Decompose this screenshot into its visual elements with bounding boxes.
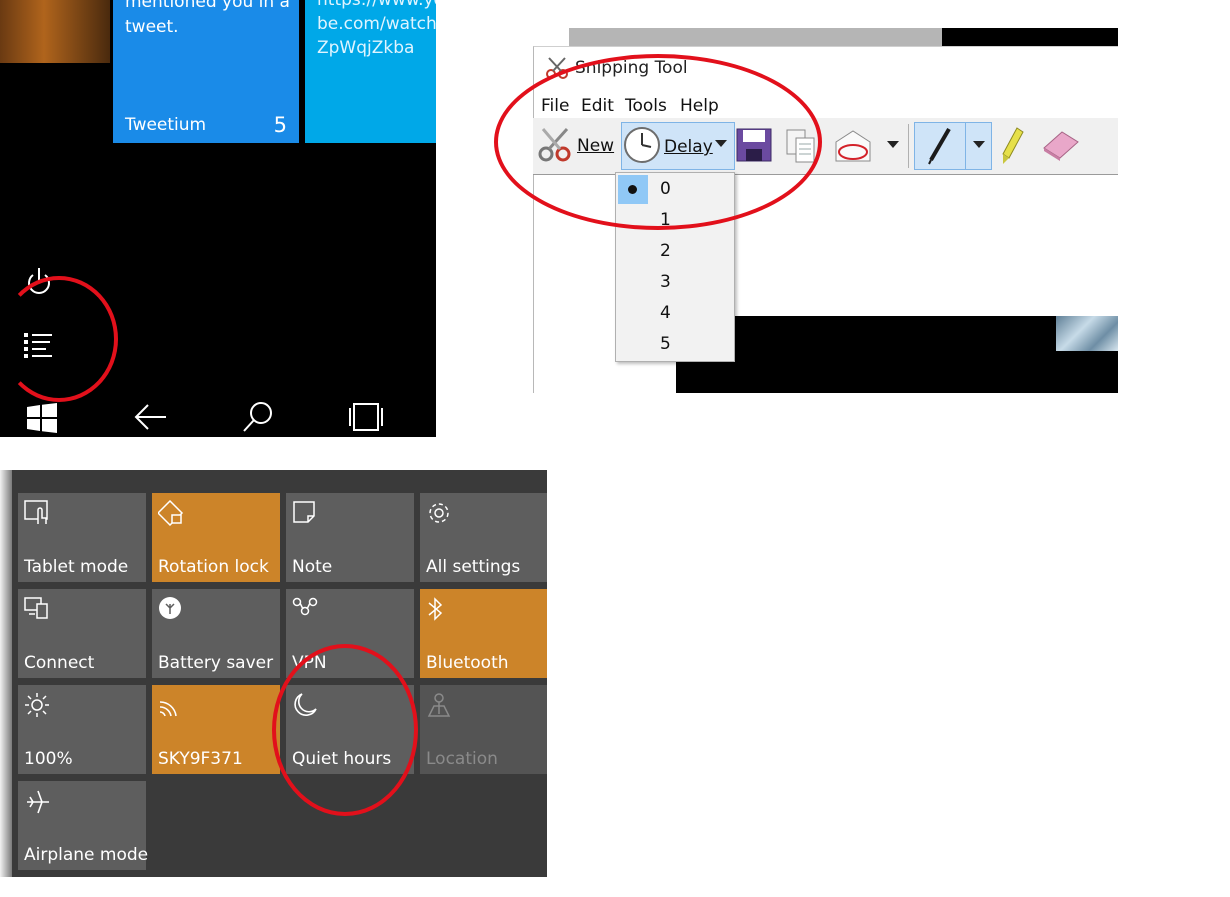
tile-label: Battery saver	[158, 653, 274, 673]
wifi-icon	[159, 701, 177, 717]
delay-option-5[interactable]: 5	[616, 329, 734, 360]
action-center-quick-actions: Tablet mode Rotation lock Note All setti…	[0, 470, 547, 877]
background-strip	[942, 28, 1118, 46]
connect-icon	[24, 597, 48, 619]
note-tile[interactable]: Note	[286, 493, 414, 582]
chevron-down-icon[interactable]	[973, 141, 985, 149]
highlight-ring	[0, 276, 118, 402]
background-strip	[569, 28, 942, 46]
airplane-mode-tile[interactable]: Airplane mode	[18, 781, 149, 870]
captured-image-area	[676, 316, 1118, 393]
highlight-ring	[494, 54, 822, 230]
tweet-message: mentioned you in a tweet.	[125, 0, 290, 37]
bluetooth-icon	[428, 597, 443, 621]
battery-saver-tile[interactable]: Battery saver	[152, 589, 280, 678]
delay-option-4[interactable]: 4	[616, 298, 734, 329]
send-snip-icon[interactable]	[833, 128, 873, 164]
windows-start-icon[interactable]	[27, 403, 57, 433]
bluetooth-tile[interactable]: Bluetooth	[420, 589, 547, 678]
task-view-icon[interactable]	[346, 402, 386, 432]
tile-label: Rotation lock	[158, 557, 269, 577]
delay-option-label: 4	[660, 303, 671, 323]
delay-option-label: 2	[660, 241, 671, 261]
brightness-tile[interactable]: 100%	[18, 685, 146, 774]
delay-option-label: 5	[660, 334, 671, 354]
highlighter-icon[interactable]	[999, 126, 1025, 166]
tile-label: Location	[426, 749, 498, 769]
vpn-icon	[292, 597, 318, 616]
tile-label: SKY9F371	[158, 749, 243, 769]
all-settings-tile[interactable]: All settings	[420, 493, 547, 582]
eraser-icon[interactable]	[1040, 128, 1080, 162]
chevron-down-icon[interactable]	[887, 141, 899, 149]
delay-option-label: 3	[660, 272, 671, 292]
brightness-icon	[25, 693, 49, 717]
tablet-mode-icon	[24, 500, 48, 524]
tile-app-name: Tweetium	[125, 115, 207, 135]
delay-option-3[interactable]: 3	[616, 267, 734, 298]
highlight-ring	[272, 644, 418, 816]
delay-option-2[interactable]: 2	[616, 236, 734, 267]
photo-tile[interactable]	[0, 0, 110, 63]
tile-label: Tablet mode	[24, 557, 129, 577]
tile-url-text: https://www.youtube.com/watch?v=JZpWqjZk…	[317, 0, 436, 58]
tweetium-live-tile[interactable]: mentioned you in a tweet. Tweetium 5	[113, 0, 299, 143]
tile-label: Airplane mode	[24, 845, 149, 865]
back-arrow-icon[interactable]	[134, 403, 168, 431]
location-icon	[427, 693, 451, 717]
split-divider	[965, 123, 966, 169]
rotation-lock-tile[interactable]: Rotation lock	[152, 493, 280, 582]
toolbar-separator	[908, 124, 909, 168]
airplane-icon	[27, 790, 49, 814]
wifi-tile[interactable]: SKY9F371	[152, 685, 280, 774]
tile-label: Connect	[24, 653, 95, 673]
tile-label: 100%	[24, 749, 73, 769]
note-icon	[293, 501, 315, 523]
battery-saver-icon	[159, 597, 181, 619]
link-live-tile[interactable]: https://www.youtube.com/watch?v=JZpWqjZk…	[305, 0, 436, 143]
location-tile[interactable]: Location	[420, 685, 547, 774]
connect-tile[interactable]: Connect	[18, 589, 146, 678]
tile-label: Bluetooth	[426, 653, 509, 673]
pen-icon	[928, 127, 951, 165]
tablet-mode-tile[interactable]: Tablet mode	[18, 493, 146, 582]
rotation-lock-icon	[158, 500, 184, 526]
search-icon[interactable]	[241, 400, 275, 434]
tile-badge-count: 5	[273, 113, 287, 137]
tile-label: Note	[292, 557, 333, 577]
background-edge	[0, 470, 12, 877]
tile-label: All settings	[426, 557, 521, 577]
gear-icon	[429, 503, 449, 523]
captured-image-thumbnail	[1056, 316, 1118, 351]
